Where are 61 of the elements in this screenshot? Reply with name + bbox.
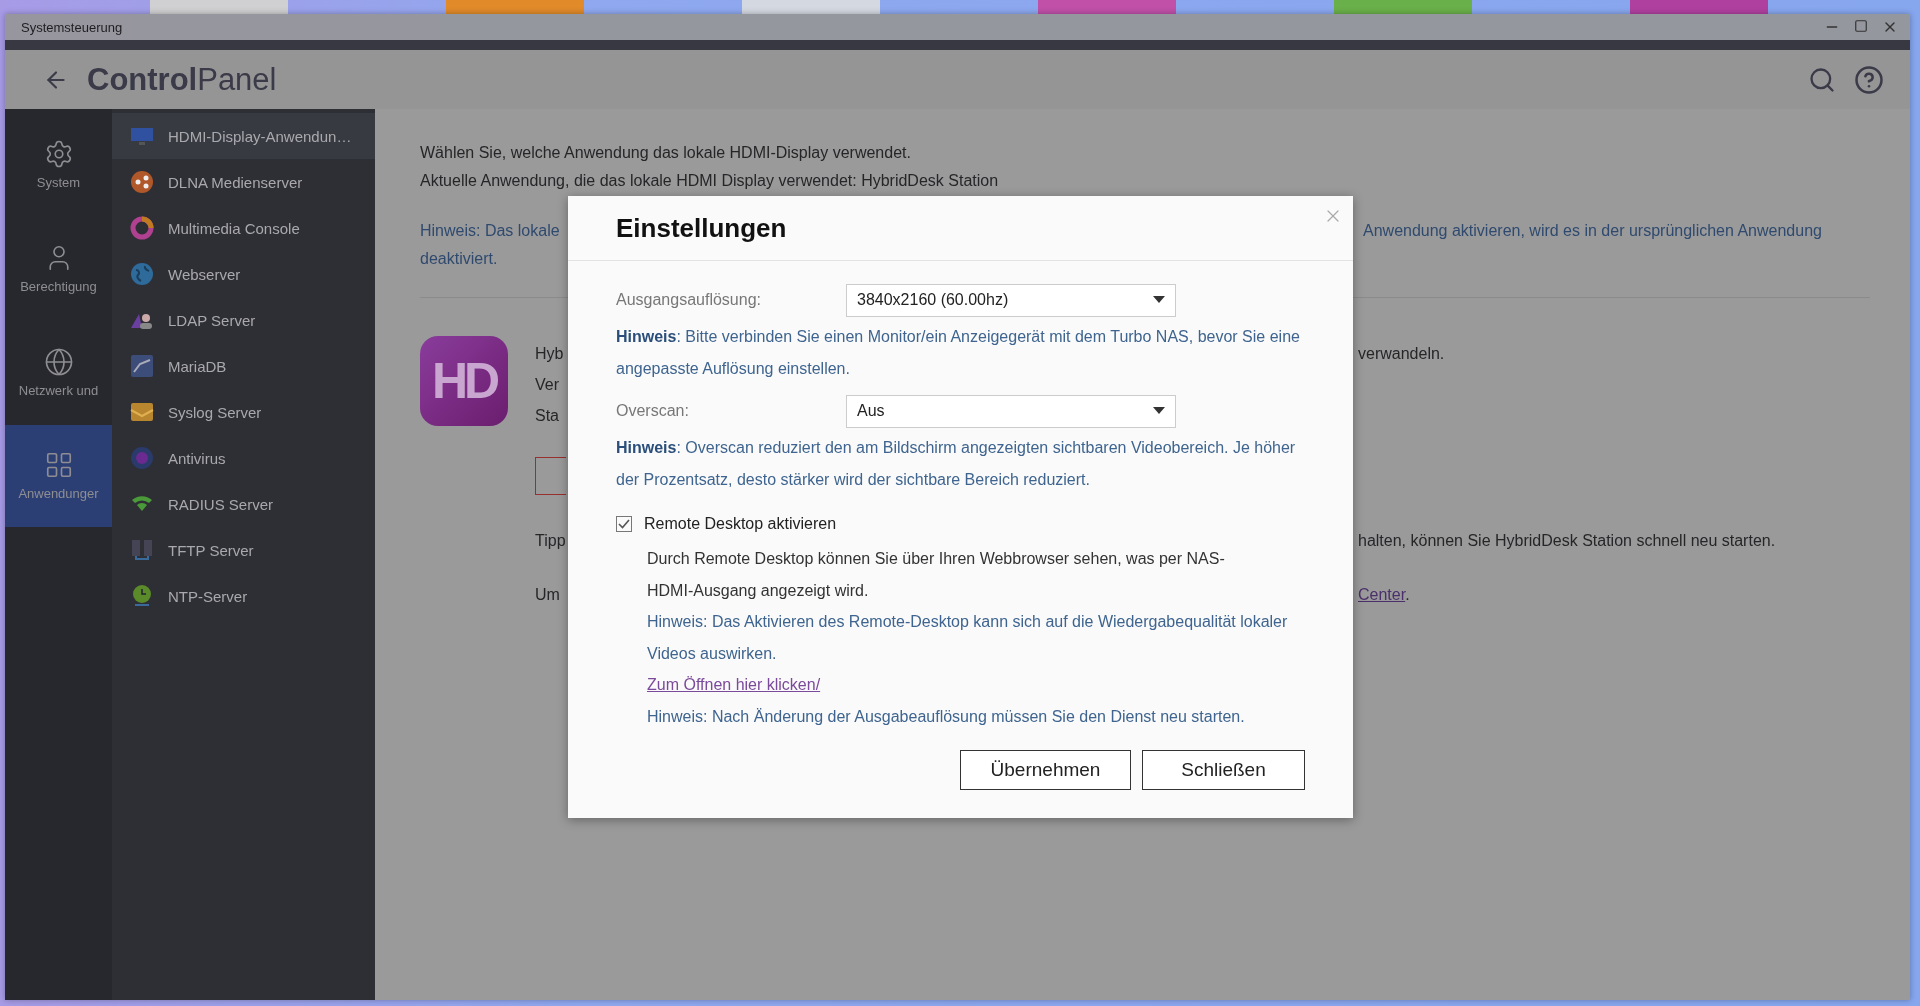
- field-label: Ausgangsauflösung:: [616, 291, 762, 309]
- app-list-item[interactable]: Multimedia Console: [112, 205, 375, 251]
- ring-icon: [130, 216, 154, 240]
- help-icon[interactable]: [1854, 64, 1884, 95]
- info-text: Um: [535, 585, 560, 605]
- checkbox[interactable]: [616, 516, 632, 532]
- hint-text: Hinweis: Bitte verbinden Sie einen Monitor/ein Anzeigegerät mit dem Turbo NAS, bevor Sie eine angepasste Auflösung einstellen.: [616, 327, 1301, 379]
- envelope-icon: [130, 400, 154, 424]
- app-info-text: Sta: [535, 406, 559, 426]
- search-icon[interactable]: [1808, 65, 1836, 94]
- dropdown[interactable]: 3840x2160 (60.00hz): [846, 283, 1176, 317]
- caret-icon: [1153, 296, 1165, 304]
- checkbox-label: Remote Desktop aktivieren: [644, 515, 837, 533]
- close-dialog-button[interactable]: Schließen: [1142, 750, 1305, 790]
- clock-icon: [130, 584, 154, 608]
- chart-icon: [130, 354, 154, 378]
- app-list-item[interactable]: RADIUS Server: [112, 481, 375, 527]
- app-logo: HD: [420, 336, 508, 426]
- open-link[interactable]: Zum Öffnen hier klicken/: [647, 676, 821, 693]
- dialog-title: Einstellungen: [616, 212, 787, 244]
- window-title: Systemsteuerung: [21, 19, 123, 35]
- note-text: Anwendung aktivieren, wird es in der ursprünglichen Anwendung: [1363, 221, 1822, 241]
- app-list-item[interactable]: Syslog Server: [112, 389, 375, 435]
- caret-icon: [1153, 407, 1165, 415]
- period-text: .: [1405, 586, 1410, 603]
- category-item[interactable]: Netzwerk und: [5, 321, 112, 425]
- app-list-item[interactable]: TFTP Server: [112, 527, 375, 573]
- category-item[interactable]: Berechtigung: [5, 217, 112, 321]
- app-info-text: Ver: [535, 375, 559, 395]
- app-list-item[interactable]: MariaDB: [112, 343, 375, 389]
- note-text: Hinweis: Das lokale: [420, 221, 560, 241]
- globe-icon: [130, 262, 154, 286]
- app-info-text: verwandeln.: [1358, 344, 1445, 364]
- server-icon: [130, 538, 154, 562]
- hint-text: Hinweis: Nach Änderung der Ausgabeauflösung müssen Sie den Dienst neu starten.: [647, 706, 1246, 727]
- hint-text: Hinweis: Das Aktivieren des Remote-Desktop kann sich auf die Wiedergabequalität lokaler Videos auswirken.: [647, 612, 1289, 664]
- globe-icon: [43, 347, 74, 377]
- app-list-item[interactable]: DLNA Medienserver: [112, 159, 375, 205]
- app-list-item[interactable]: LDAP Server: [112, 297, 375, 343]
- app-info-text: Hyb: [535, 344, 564, 364]
- tip-text: halten, können Sie HybridDesk Station schnell neu starten.: [1358, 531, 1776, 551]
- tip-text: Tipp: [535, 531, 566, 551]
- maximize-icon[interactable]: [1854, 19, 1868, 33]
- share-icon: [130, 170, 154, 194]
- app-list-item[interactable]: NTP-Server: [112, 573, 375, 619]
- link[interactable]: Center: [1358, 586, 1406, 603]
- category-item[interactable]: Anwendunger: [5, 425, 112, 527]
- current-app-text: Aktuelle Anwendung, die das lokale HDMI Display verwendet: HybridDesk Station: [420, 171, 1000, 191]
- app-list-item[interactable]: Antivirus: [112, 435, 375, 481]
- description-text: Durch Remote Desktop können Sie über Ihren Webbrowser sehen, was per NAS-HDMI-Ausgang angezeigt wird.: [647, 549, 1226, 601]
- app-list-item[interactable]: HDMI-Display-Anwendun…: [112, 113, 375, 159]
- field-label: Overscan:: [616, 402, 690, 420]
- category-item[interactable]: System: [5, 113, 112, 217]
- app-title: ControlPanel: [87, 61, 278, 98]
- note-text: deaktiviert.: [420, 250, 498, 267]
- dropdown[interactable]: Aus: [846, 394, 1176, 428]
- hint-text: Hinweis: Overscan reduziert den am Bildschirm angezeigten sichtbaren Videobereich. Je höher der Prozentsatz, desto stärker wird der sichtbare Bereich reduziert.: [616, 438, 1297, 490]
- apply-button[interactable]: Übernehmen: [960, 750, 1131, 790]
- app-list-item[interactable]: Webserver: [112, 251, 375, 297]
- outlined-button[interactable]: [535, 457, 566, 495]
- intro-text: Wählen Sie, welche Anwendung das lokale HDMI-Display verwendet.: [420, 143, 912, 163]
